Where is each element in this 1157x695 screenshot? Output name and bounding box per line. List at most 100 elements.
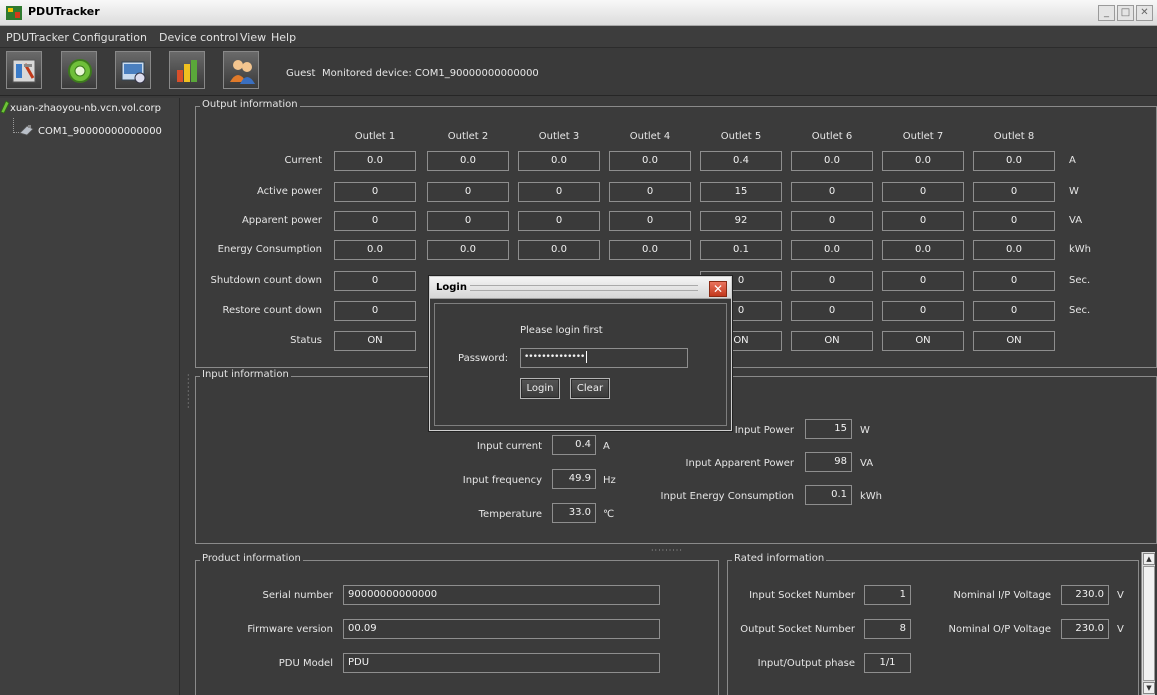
settings-gear-icon bbox=[68, 59, 92, 83]
outlet-header-8: Outlet 8 bbox=[993, 131, 1035, 142]
login-dialog-title: Login bbox=[436, 282, 467, 293]
clear-button[interactable]: Clear bbox=[570, 378, 610, 399]
product-information-title: Product information bbox=[200, 553, 303, 564]
apparent-power-outlet-6: 0 bbox=[791, 211, 873, 231]
text-caret bbox=[586, 350, 588, 363]
shutdown-count-down-unit: Sec. bbox=[1069, 275, 1091, 286]
input-apparent-power-value: 98 bbox=[805, 452, 852, 472]
restore-count-down-outlet-8: 0 bbox=[973, 301, 1055, 321]
outlet-header-1: Outlet 1 bbox=[354, 131, 396, 142]
energy-consumption-outlet-6: 0.0 bbox=[791, 240, 873, 260]
active-power-outlet-8: 0 bbox=[973, 182, 1055, 202]
configuration-button[interactable] bbox=[6, 51, 42, 89]
user-login-button[interactable] bbox=[223, 51, 259, 89]
input-output-phase-value: 1/1 bbox=[864, 653, 911, 673]
output-socket-number-label: Output Socket Number bbox=[740, 624, 855, 635]
password-input[interactable]: •••••••••••••• bbox=[520, 348, 688, 368]
active-power-label: Active power bbox=[256, 186, 322, 197]
close-window-button[interactable]: ✕ bbox=[1136, 5, 1153, 21]
current-outlet-3: 0.0 bbox=[518, 151, 600, 171]
scrollbar-thumb[interactable] bbox=[1143, 566, 1155, 681]
outlet-header-7: Outlet 7 bbox=[902, 131, 944, 142]
menu-device-control[interactable]: Device control bbox=[159, 31, 238, 44]
outlet-header-5: Outlet 5 bbox=[720, 131, 762, 142]
shutdown-count-down-outlet-6: 0 bbox=[791, 271, 873, 291]
login-dialog: Login ✕ Please login first Password: •••… bbox=[429, 276, 732, 431]
current-outlet-4: 0.0 bbox=[609, 151, 691, 171]
output-socket-number-value: 8 bbox=[864, 619, 911, 639]
window-title: PDUTracker bbox=[28, 5, 100, 18]
apparent-power-outlet-5: 92 bbox=[700, 211, 782, 231]
nominal-op-voltage-unit: V bbox=[1117, 624, 1124, 635]
menu-help[interactable]: Help bbox=[271, 31, 296, 44]
active-power-unit: W bbox=[1069, 186, 1079, 197]
shutdown-count-down-outlet-1: 0 bbox=[334, 271, 416, 291]
input-energy-consumption-value: 0.1 bbox=[805, 485, 852, 505]
input-frequency-value: 49.9 bbox=[552, 469, 596, 489]
status-outlet-6: ON bbox=[791, 331, 873, 351]
tree-item-device[interactable]: COM1_90000000000000 bbox=[38, 126, 162, 137]
event-log-button[interactable] bbox=[115, 51, 151, 89]
input-current-unit: A bbox=[603, 441, 610, 452]
active-power-outlet-4: 0 bbox=[609, 182, 691, 202]
minimize-button[interactable]: _ bbox=[1098, 5, 1115, 21]
shutdown-count-down-label: Shutdown count down bbox=[210, 275, 322, 286]
input-frequency-unit: Hz bbox=[603, 475, 616, 486]
active-power-outlet-5: 15 bbox=[700, 182, 782, 202]
input-output-phase-label: Input/Output phase bbox=[757, 658, 855, 669]
nominal-ip-voltage-unit: V bbox=[1117, 590, 1124, 601]
report-button[interactable] bbox=[169, 51, 205, 89]
current-user-label: Guest bbox=[286, 68, 316, 79]
apparent-power-unit: VA bbox=[1069, 215, 1083, 226]
active-power-outlet-1: 0 bbox=[334, 182, 416, 202]
device-plug-icon bbox=[19, 125, 34, 136]
current-outlet-7: 0.0 bbox=[882, 151, 964, 171]
current-outlet-1: 0.0 bbox=[334, 151, 416, 171]
input-apparent-power-unit: VA bbox=[860, 458, 874, 469]
menu-pdutracker-configuration[interactable]: PDUTracker Configuration bbox=[6, 31, 147, 44]
monitored-device-value: COM1_90000000000000 bbox=[414, 68, 539, 79]
apparent-power-outlet-4: 0 bbox=[609, 211, 691, 231]
status-label: Status bbox=[290, 335, 322, 346]
temperature-value: 33.0 bbox=[552, 503, 596, 523]
login-dialog-title-bar[interactable]: Login ✕ bbox=[430, 277, 731, 299]
menu-bar: PDUTracker Configuration Device control … bbox=[0, 26, 1157, 48]
apparent-power-outlet-8: 0 bbox=[973, 211, 1055, 231]
login-dialog-close-icon[interactable]: ✕ bbox=[709, 281, 727, 297]
menu-view[interactable]: View bbox=[240, 31, 266, 44]
current-outlet-2: 0.0 bbox=[427, 151, 509, 171]
shutdown-count-down-outlet-7: 0 bbox=[882, 271, 964, 291]
configuration-icon bbox=[12, 59, 36, 83]
firmware-version-label: Firmware version bbox=[247, 624, 333, 635]
pdu-model-value: PDU bbox=[343, 653, 660, 673]
energy-consumption-outlet-5: 0.1 bbox=[700, 240, 782, 260]
vertical-scrollbar[interactable]: ▲ ▼ bbox=[1141, 552, 1155, 695]
energy-consumption-outlet-3: 0.0 bbox=[518, 240, 600, 260]
input-information-title: Input information bbox=[200, 369, 291, 380]
settings-button[interactable] bbox=[61, 51, 97, 89]
maximize-button[interactable]: □ bbox=[1117, 5, 1134, 21]
current-unit: A bbox=[1069, 155, 1076, 166]
user-login-icon bbox=[230, 60, 255, 84]
vertical-splitter-handle[interactable]: · · · · · · · · · bbox=[187, 372, 193, 412]
restore-count-down-label: Restore count down bbox=[222, 305, 323, 316]
title-bar: PDUTracker _ □ ✕ bbox=[0, 0, 1157, 26]
nominal-ip-voltage-value: 230.0 bbox=[1061, 585, 1109, 605]
outlet-header-3: Outlet 3 bbox=[538, 131, 580, 142]
horizontal-splitter-handle[interactable]: ········· bbox=[651, 546, 683, 555]
energy-consumption-outlet-7: 0.0 bbox=[882, 240, 964, 260]
current-outlet-6: 0.0 bbox=[791, 151, 873, 171]
active-power-outlet-6: 0 bbox=[791, 182, 873, 202]
tree-item-host[interactable]: xuan-zhaoyou-nb.vcn.vol.corp bbox=[10, 103, 161, 114]
rated-information-title: Rated information bbox=[732, 553, 827, 564]
host-computer-icon bbox=[0, 100, 10, 114]
current-outlet-8: 0.0 bbox=[973, 151, 1055, 171]
energy-consumption-outlet-4: 0.0 bbox=[609, 240, 691, 260]
nominal-ip-voltage-label: Nominal I/P Voltage bbox=[953, 590, 1051, 601]
input-energy-consumption-unit: kWh bbox=[860, 491, 883, 502]
scroll-down-arrow-icon[interactable]: ▼ bbox=[1143, 682, 1155, 694]
active-power-outlet-3: 0 bbox=[518, 182, 600, 202]
login-button[interactable]: Login bbox=[520, 378, 560, 399]
scroll-up-arrow-icon[interactable]: ▲ bbox=[1143, 553, 1155, 565]
apparent-power-label: Apparent power bbox=[241, 215, 322, 226]
